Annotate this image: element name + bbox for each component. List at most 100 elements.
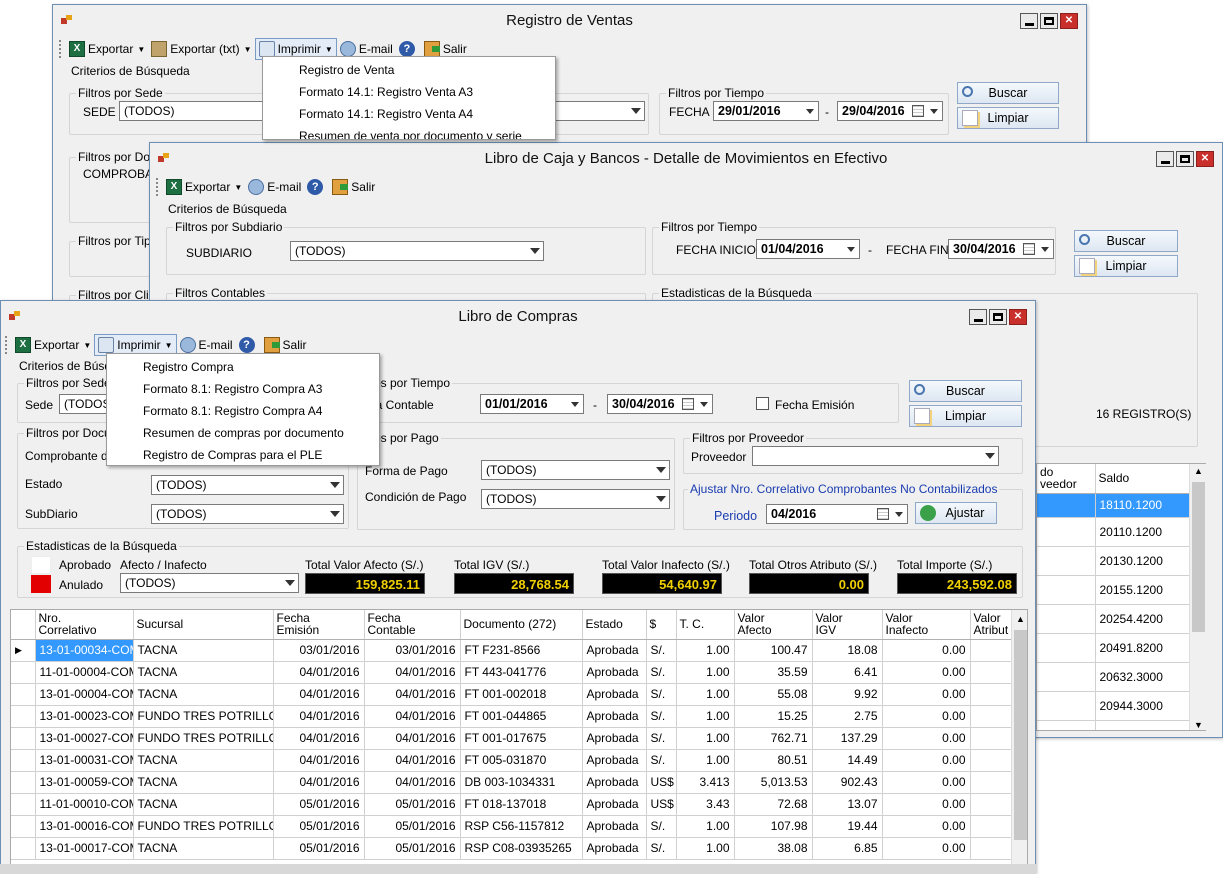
table-row[interactable]: 13-01-00023-COM FUNDO TRES POTRILLOS 04/01…: [11, 705, 1012, 728]
grid-header-documento[interactable]: Documento (272): [460, 610, 583, 640]
grid-header-estado[interactable]: Estado: [582, 610, 647, 640]
fecha-inicio-picker[interactable]: 29/01/2016: [713, 101, 819, 121]
scroll-down-icon[interactable]: ▼: [1194, 720, 1203, 730]
table-row[interactable]: 11-01-00004-COM TACNA 04/01/2016 04/01/2016…: [11, 661, 1012, 684]
buscar-button[interactable]: Buscar: [1074, 230, 1178, 252]
table-row[interactable]: 11-01-00010-COM TACNA 05/01/2016 05/01/2016…: [11, 793, 1012, 816]
table-row[interactable]: 18110.1200: [1037, 493, 1190, 518]
menu-item-registro-ple[interactable]: Registro de Compras para el PLE: [107, 444, 379, 466]
minimize-button[interactable]: [969, 309, 987, 325]
table-row[interactable]: 20944.3000: [1037, 691, 1190, 721]
limpiar-button[interactable]: Limpiar: [1074, 255, 1178, 277]
exportar-txt-button[interactable]: Exportar (txt) ▼: [148, 38, 254, 60]
salir-button[interactable]: Salir: [329, 176, 378, 198]
menu-item-registro-compra[interactable]: Registro Compra: [107, 356, 379, 378]
fecha-fin-picker[interactable]: 30/04/2016: [607, 394, 713, 414]
fecha-inicio-picker[interactable]: 01/01/2016: [480, 394, 584, 414]
menu-item-formato-a3[interactable]: Formato 14.1: Registro Venta A3: [263, 81, 555, 103]
subdiario-combo[interactable]: (TODOS): [290, 241, 544, 261]
minimize-button[interactable]: [1020, 13, 1038, 29]
menu-item-formato-a4[interactable]: Formato 8.1: Registro Compra A4: [107, 400, 379, 422]
exportar-button[interactable]: X Exportar ▼: [66, 38, 148, 60]
limpiar-button[interactable]: Limpiar: [957, 107, 1059, 129]
periodo-picker[interactable]: 04/2016: [766, 504, 908, 524]
grid-header-moneda[interactable]: $: [646, 610, 677, 640]
row-header[interactable]: [11, 683, 36, 706]
titlebar[interactable]: Libro de Caja y Bancos - Detalle de Movi…: [150, 143, 1222, 173]
table-row[interactable]: 20130.1200: [1037, 546, 1190, 576]
menu-item-resumen[interactable]: Resumen de venta por documento y serie: [263, 125, 555, 139]
table-row[interactable]: ▶ 13-01-00034-COM TACNA 03/01/2016 03/01/201…: [11, 639, 1012, 662]
row-header[interactable]: [11, 705, 36, 728]
menu-item-resumen-compras[interactable]: Resumen de compras por documento: [107, 422, 379, 444]
exportar-button[interactable]: X Exportar ▼: [12, 334, 94, 356]
scroll-up-icon[interactable]: ▲: [1016, 614, 1025, 624]
fecha-fin-picker[interactable]: 29/04/2016: [837, 101, 943, 121]
row-header[interactable]: [11, 661, 36, 684]
grid-header-valor-atributo[interactable]: Valor Atribut: [970, 610, 1012, 640]
close-button[interactable]: ✕: [1009, 309, 1027, 325]
buscar-button[interactable]: Buscar: [909, 380, 1022, 402]
row-header[interactable]: [11, 793, 36, 816]
fecha-inicio-picker[interactable]: 01/04/2016: [756, 239, 860, 259]
grid-header-saldo[interactable]: Saldo: [1095, 464, 1190, 494]
menu-item-formato-a3[interactable]: Formato 8.1: Registro Compra A3: [107, 378, 379, 400]
maximize-button[interactable]: [1176, 151, 1194, 167]
minimize-button[interactable]: [1156, 151, 1174, 167]
scroll-thumb[interactable]: [1014, 630, 1027, 840]
titlebar[interactable]: Libro de Compras ✕: [1, 301, 1035, 331]
subdiario-combo[interactable]: (TODOS): [151, 504, 344, 524]
grid-header-sucursal[interactable]: Sucursal: [133, 610, 274, 640]
help-button[interactable]: ?: [304, 176, 329, 198]
grid-header-valor-afecto[interactable]: Valor Afecto: [734, 610, 813, 640]
maximize-button[interactable]: [989, 309, 1007, 325]
grid-header-fecha-emision[interactable]: Fecha Emisión: [273, 610, 365, 640]
buscar-button[interactable]: Buscar: [957, 82, 1059, 104]
table-row[interactable]: 20632.3000: [1037, 662, 1190, 692]
scroll-thumb[interactable]: [1192, 482, 1205, 632]
titlebar[interactable]: Registro de Ventas ✕: [53, 5, 1086, 35]
current-row-indicator-icon[interactable]: ▶: [11, 639, 36, 662]
proveedor-combo[interactable]: [752, 446, 999, 466]
table-row[interactable]: 13-01-00027-COM FUNDO TRES POTRILLOS 04/01…: [11, 727, 1012, 750]
row-header[interactable]: [11, 771, 36, 794]
menu-item-registro-venta[interactable]: Registro de Venta: [263, 59, 555, 81]
menu-item-formato-a4[interactable]: Formato 14.1: Registro Venta A4: [263, 103, 555, 125]
forma-pago-combo[interactable]: (TODOS): [481, 460, 670, 480]
table-row[interactable]: 20254.4200: [1037, 604, 1190, 634]
grid-header-correlativo[interactable]: Nro. Correlativo: [35, 610, 134, 640]
exportar-button[interactable]: X Exportar ▼: [163, 176, 245, 198]
fecha-emision-checkbox[interactable]: [756, 397, 769, 410]
limpiar-button[interactable]: Limpiar: [909, 405, 1022, 427]
estado-combo[interactable]: (TODOS): [151, 475, 344, 495]
table-row[interactable]: 20110.1200: [1037, 517, 1190, 547]
grid-header-valor-inafecto[interactable]: Valor Inafecto: [882, 610, 971, 640]
close-button[interactable]: ✕: [1196, 151, 1214, 167]
close-button[interactable]: ✕: [1060, 13, 1078, 29]
table-row[interactable]: 13-01-00004-COM TACNA 04/01/2016 04/01/2016…: [11, 683, 1012, 706]
email-button[interactable]: E-mail: [245, 176, 304, 198]
ajustar-button[interactable]: Ajustar: [915, 502, 997, 524]
grid-header-fecha-contable[interactable]: Fecha Contable: [364, 610, 461, 640]
table-row[interactable]: 22124.3000: [1037, 720, 1190, 730]
grid-header-valor-igv[interactable]: Valor IGV: [812, 610, 883, 640]
row-header[interactable]: [11, 749, 36, 772]
table-row[interactable]: 20491.8200: [1037, 633, 1190, 663]
grid-header-proveedor[interactable]: do veedor: [1037, 464, 1096, 494]
afecto-combo[interactable]: (TODOS): [120, 573, 299, 593]
maximize-button[interactable]: [1040, 13, 1058, 29]
table-row[interactable]: 13-01-00016-COM FUNDO TRES POTRILLOS 05/01…: [11, 815, 1012, 838]
row-header[interactable]: [11, 727, 36, 750]
condicion-pago-combo[interactable]: (TODOS): [481, 489, 670, 509]
table-row[interactable]: 13-01-00059-COM TACNA 04/01/2016 04/01/2016…: [11, 771, 1012, 794]
table-row[interactable]: 13-01-00017-COM TACNA 05/01/2016 05/01/2016…: [11, 837, 1012, 860]
grid-header-tc[interactable]: T. C.: [676, 610, 735, 640]
table-row[interactable]: 13-01-00031-COM TACNA 04/01/2016 04/01/2016…: [11, 749, 1012, 772]
vertical-scrollbar[interactable]: ▲ ▼: [1189, 464, 1206, 730]
fecha-fin-picker[interactable]: 30/04/2016: [948, 239, 1054, 259]
vertical-scrollbar[interactable]: ▲: [1011, 610, 1027, 872]
row-header[interactable]: [11, 815, 36, 838]
row-header[interactable]: [11, 837, 36, 860]
scroll-up-icon[interactable]: ▲: [1194, 466, 1203, 476]
table-row[interactable]: 20155.1200: [1037, 575, 1190, 605]
